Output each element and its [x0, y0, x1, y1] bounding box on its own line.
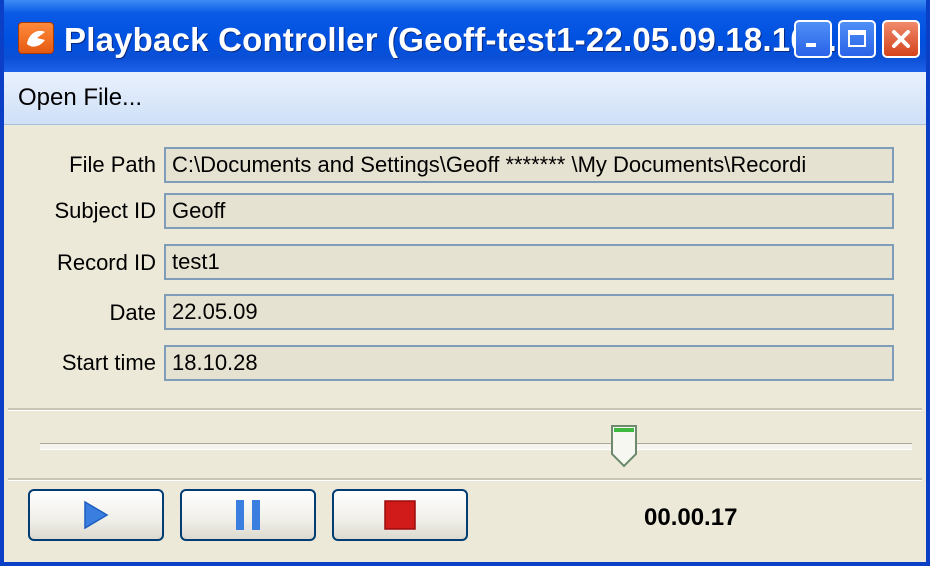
date-label: Date — [109, 300, 156, 325]
subject-id-field[interactable]: Geoff — [164, 193, 894, 229]
start-time-label: Start time — [61, 350, 156, 375]
open-file-menu-item[interactable]: Open File... — [18, 80, 142, 116]
app-icon — [18, 22, 54, 54]
stop-button[interactable] — [332, 489, 468, 541]
file-path-label: File Path — [69, 152, 156, 177]
date-field[interactable]: 22.05.09 — [164, 294, 894, 330]
title-bar[interactable]: Playback Controller (Geoff-test1-22.05.0… — [4, 0, 926, 72]
record-id-label: Record ID — [56, 250, 156, 275]
record-id-field[interactable]: test1 — [164, 244, 894, 280]
close-icon — [892, 30, 910, 48]
divider — [8, 478, 922, 481]
pause-button[interactable] — [180, 489, 316, 541]
elapsed-time: 00.00.17 — [644, 504, 738, 531]
subject-id-label: Subject ID — [54, 198, 157, 223]
maximize-button[interactable] — [838, 20, 876, 58]
start-time-field[interactable]: 18.10.28 — [164, 345, 894, 381]
minimize-icon — [806, 43, 816, 47]
minimize-button[interactable] — [794, 20, 832, 58]
divider — [8, 408, 922, 411]
menu-bar: Open File... — [4, 72, 926, 125]
seek-slider-thumb[interactable] — [610, 424, 638, 468]
pause-icon — [236, 500, 260, 530]
play-icon — [84, 500, 109, 530]
window-title: Playback Controller (Geoff-test1-22.05.0… — [64, 21, 847, 58]
stop-icon — [384, 500, 416, 530]
maximize-icon — [848, 30, 866, 47]
playback-controller-window: Playback Controller (Geoff-test1-22.05.0… — [0, 0, 930, 566]
play-button[interactable] — [28, 489, 164, 541]
seek-track[interactable] — [40, 443, 912, 450]
file-path-field[interactable]: C:\Documents and Settings\Geoff ******* … — [164, 147, 894, 183]
close-button[interactable] — [882, 20, 920, 58]
